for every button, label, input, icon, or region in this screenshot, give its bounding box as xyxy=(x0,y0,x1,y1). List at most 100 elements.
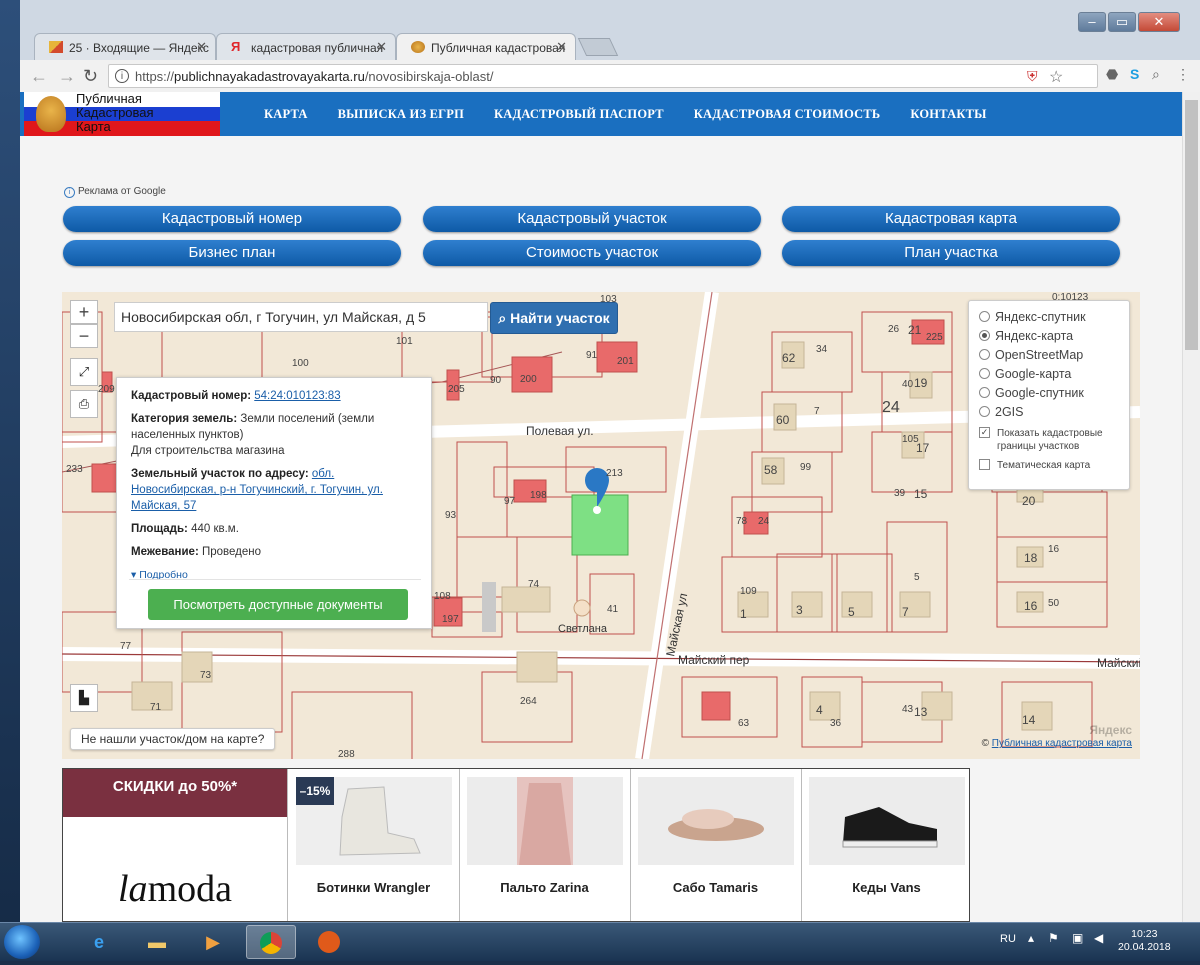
zoom-in-button[interactable]: + xyxy=(70,300,98,324)
logo-line: Кадастровая xyxy=(76,105,154,120)
parcel-number: 20 xyxy=(1022,494,1036,508)
radio[interactable] xyxy=(979,368,990,379)
parcel-number: 62 xyxy=(782,351,796,365)
reload-icon[interactable]: ↻ xyxy=(83,66,98,87)
page-scrollbar[interactable] xyxy=(1182,92,1200,922)
address-bar[interactable]: i https://publichnayakadastrovayakarta.r… xyxy=(108,64,1098,88)
ruler-icon[interactable]: ▙ xyxy=(70,684,98,712)
chrome-icon[interactable] xyxy=(246,925,296,959)
radio[interactable] xyxy=(979,387,990,398)
info-icon[interactable]: i xyxy=(115,69,129,83)
lamoda-ad-banner[interactable]: СКИДКИ до 50%* lamoda –15% Ботинки Wrang… xyxy=(62,768,970,922)
radio[interactable] xyxy=(979,406,990,417)
extension-icon[interactable]: ⬣ xyxy=(1106,66,1118,83)
start-button[interactable] xyxy=(4,925,40,959)
close-icon[interactable]: ✕ xyxy=(556,39,567,55)
tab-mail[interactable]: 25 · Входящие — Яндекс ✕ xyxy=(34,33,216,60)
layer-option[interactable]: Google-спутник xyxy=(979,383,1119,402)
url-scheme: https:// xyxy=(135,69,175,84)
promo-banner[interactable]: СКИДКИ до 50%* xyxy=(63,769,287,817)
btn-cadastral-number[interactable]: Кадастровый номер xyxy=(63,206,401,232)
print-icon[interactable]: ⎙ xyxy=(70,390,98,418)
area-row: Площадь: 440 кв.м. xyxy=(131,521,417,537)
layer-option[interactable]: Яндекс-спутник xyxy=(979,307,1119,326)
restore-button[interactable]: ▭ xyxy=(1108,12,1136,32)
network-icon[interactable]: ▣ xyxy=(1072,931,1083,945)
show-borders-checkbox-row[interactable]: ✓ Показать кадастровые границы участков xyxy=(979,427,1119,453)
layer-label: OpenStreetMap xyxy=(995,347,1084,362)
address-row: Земельный участок по адресу: обл. Новоси… xyxy=(131,466,417,514)
btn-plot-plan[interactable]: План участка xyxy=(782,240,1120,266)
folder-icon[interactable]: ▬ xyxy=(132,925,182,959)
lamoda-logo[interactable]: lamoda xyxy=(63,867,287,911)
lamoda-brand-column[interactable]: СКИДКИ до 50%* lamoda xyxy=(63,769,288,921)
back-icon[interactable]: ← xyxy=(30,66,48,87)
survey-row: Межевание: Проведено xyxy=(131,544,417,560)
ad-label[interactable]: i Реклама от Google xyxy=(64,186,166,198)
btn-cadastral-map[interactable]: Кадастровая карта xyxy=(782,206,1120,232)
nav-map[interactable]: КАРТА xyxy=(264,107,308,122)
close-icon[interactable]: ✕ xyxy=(376,39,387,55)
page: Публичная Кадастровая Карта КАРТА ВЫПИСК… xyxy=(20,92,1182,922)
radio-selected[interactable] xyxy=(979,330,990,341)
copyright-link[interactable]: Публичная кадастровая карта xyxy=(992,738,1132,749)
radio[interactable] xyxy=(979,349,990,360)
skype-icon[interactable]: S xyxy=(1130,66,1139,82)
media-player-icon[interactable]: ▶ xyxy=(188,925,238,959)
tab-cadastral-map[interactable]: Публичная кадастровая ✕ xyxy=(396,33,576,60)
product-card[interactable]: Сабо Tamaris xyxy=(630,769,802,921)
radio[interactable] xyxy=(979,311,990,322)
product-card[interactable]: Пальто Zarina xyxy=(459,769,631,921)
layer-option[interactable]: Google-карта xyxy=(979,364,1119,383)
zoom-out-button[interactable]: − xyxy=(70,324,98,348)
clock[interactable]: 10:23 20.04.2018 xyxy=(1118,928,1171,954)
scrollbar-thumb[interactable] xyxy=(1185,100,1198,350)
cad-number-link[interactable]: 54:24:010123:83 xyxy=(254,390,340,402)
btn-plot-cost[interactable]: Стоимость участок xyxy=(423,240,761,266)
language-indicator[interactable]: RU xyxy=(1000,933,1016,945)
layer-option[interactable]: OpenStreetMap xyxy=(979,345,1119,364)
star-icon[interactable]: ☆ xyxy=(1049,67,1063,87)
shield-icon[interactable]: ⛨ xyxy=(1027,68,1038,85)
new-tab-button[interactable] xyxy=(577,38,619,56)
ie-icon[interactable]: e xyxy=(74,925,124,959)
nav-value[interactable]: КАДАСТРОВАЯ СТОИМОСТЬ xyxy=(694,107,881,122)
browser-window: 25 · Входящие — Яндекс ✕ Я кадастровая п… xyxy=(20,0,1200,922)
yandex-watermark: Яндекс xyxy=(1089,723,1132,737)
parcel-number: 109 xyxy=(740,586,757,597)
layer-option[interactable]: 2GIS xyxy=(979,402,1119,421)
thematic-checkbox-row[interactable]: Тематическая карта xyxy=(979,459,1119,472)
address-search-input[interactable] xyxy=(114,302,488,332)
parcel-number: 205 xyxy=(448,384,465,395)
more-toggle[interactable]: ▾ Подробно xyxy=(131,567,417,583)
volume-icon[interactable]: ◀ xyxy=(1094,931,1103,945)
window-close-button[interactable]: ✕ xyxy=(1138,12,1180,32)
product-card[interactable]: Кеды Vans xyxy=(801,769,972,921)
tab-yandex-search[interactable]: Я кадастровая публичная ✕ xyxy=(216,33,396,60)
layer-option[interactable]: Яндекс-карта xyxy=(979,326,1119,345)
parcel-number: 225 xyxy=(926,332,943,343)
checkbox-checked[interactable]: ✓ xyxy=(979,427,990,438)
parcel-number: 90 xyxy=(490,375,502,386)
fullscreen-icon[interactable]: ⤢ xyxy=(70,358,98,386)
menu-icon[interactable]: ⋮ xyxy=(1176,66,1190,83)
checkbox[interactable] xyxy=(979,459,990,470)
nav-contacts[interactable]: КОНТАКТЫ xyxy=(910,107,986,122)
product-card[interactable]: –15% Ботинки Wrangler xyxy=(288,769,460,921)
media-app-icon[interactable] xyxy=(304,925,354,959)
not-found-link[interactable]: Не нашли участок/дом на карте? xyxy=(70,728,276,750)
nav-passport[interactable]: КАДАСТРОВЫЙ ПАСПОРТ xyxy=(494,107,664,122)
flag-icon[interactable]: ⚑ xyxy=(1048,931,1059,945)
minimize-button[interactable]: – xyxy=(1078,12,1106,32)
search-extension-icon[interactable]: ⌕ xyxy=(1152,66,1160,83)
btn-cadastral-plot[interactable]: Кадастровый участок xyxy=(423,206,761,232)
forward-icon[interactable]: → xyxy=(58,66,76,87)
btn-business-plan[interactable]: Бизнес план xyxy=(63,240,401,266)
site-logo[interactable]: Публичная Кадастровая Карта xyxy=(24,92,220,136)
cadastral-map[interactable]: Полевая ул. Майская ул Майский пер Майск… xyxy=(62,292,1140,759)
close-icon[interactable]: ✕ xyxy=(196,39,207,55)
find-plot-button[interactable]: ⌕ Найти участок xyxy=(490,302,618,334)
chevron-up-icon[interactable]: ▴ xyxy=(1028,931,1034,945)
nav-egrp[interactable]: ВЫПИСКА ИЗ ЕГРП xyxy=(338,107,464,122)
view-documents-button[interactable]: Посмотреть доступные документы xyxy=(148,589,408,620)
